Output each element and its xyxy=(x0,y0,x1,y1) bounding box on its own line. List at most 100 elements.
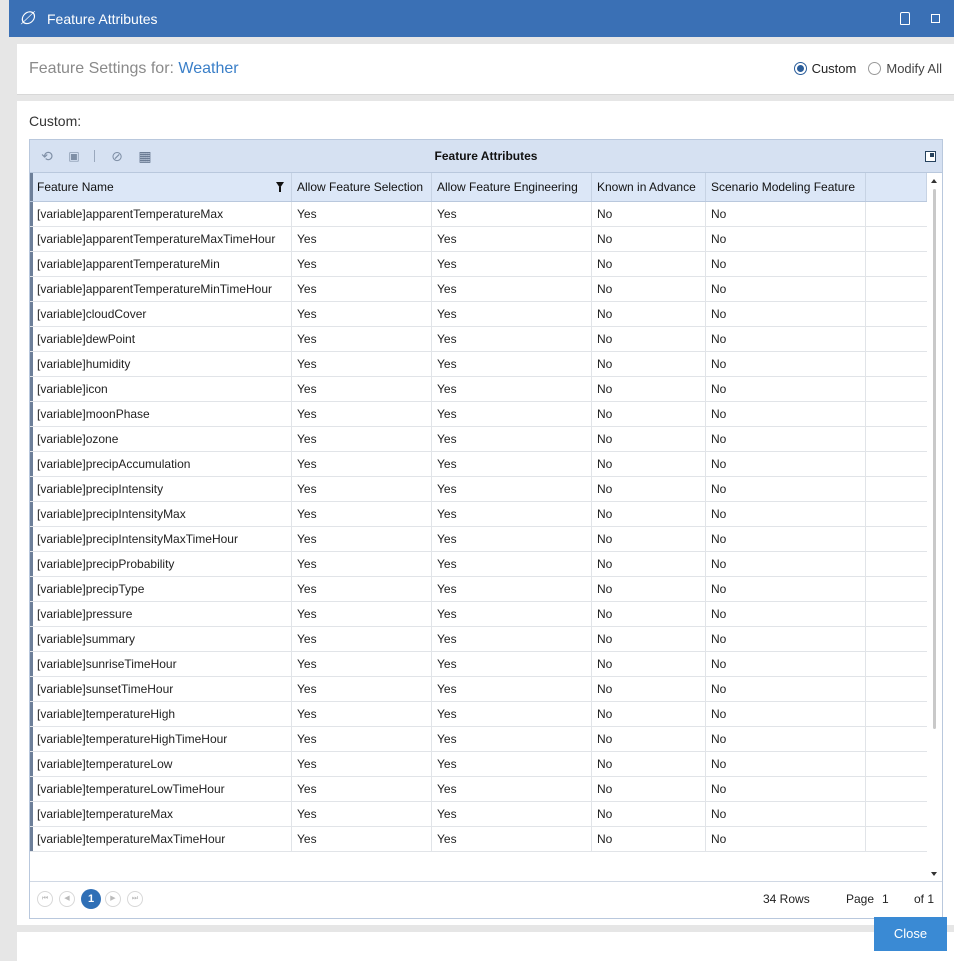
feature-name-cell[interactable]: [variable]ozone xyxy=(30,427,292,451)
allow-feature-selection-cell[interactable]: Yes xyxy=(292,552,432,576)
allow-feature-engineering-cell[interactable]: Yes xyxy=(432,427,592,451)
column-header-allow-feature-selection[interactable]: Allow Feature Selection xyxy=(292,173,432,201)
scenario-modeling-feature-cell[interactable]: No xyxy=(706,302,866,326)
allow-feature-engineering-cell[interactable]: Yes xyxy=(432,277,592,301)
feature-name-cell[interactable]: [variable]apparentTemperatureMax xyxy=(30,202,292,226)
allow-feature-engineering-cell[interactable]: Yes xyxy=(432,202,592,226)
feature-name-cell[interactable]: [variable]humidity xyxy=(30,352,292,376)
table-row[interactable]: [variable]temperatureLowTimeHour Yes Yes No… xyxy=(30,777,927,802)
allow-feature-engineering-cell[interactable]: Yes xyxy=(432,802,592,826)
scenario-modeling-feature-cell[interactable]: No xyxy=(706,702,866,726)
allow-feature-selection-cell[interactable]: Yes xyxy=(292,377,432,401)
scenario-modeling-feature-cell[interactable]: No xyxy=(706,452,866,476)
table-row[interactable]: [variable]moonPhase Yes Yes No No xyxy=(30,402,927,427)
allow-feature-selection-cell[interactable]: Yes xyxy=(292,477,432,501)
scenario-modeling-feature-cell[interactable]: No xyxy=(706,477,866,501)
known-in-advance-cell[interactable]: No xyxy=(592,427,706,451)
allow-feature-selection-cell[interactable]: Yes xyxy=(292,327,432,351)
table-row[interactable]: [variable]temperatureHighTimeHour Yes Yes N… xyxy=(30,727,927,752)
allow-feature-engineering-cell[interactable]: Yes xyxy=(432,752,592,776)
scenario-modeling-feature-cell[interactable]: No xyxy=(706,752,866,776)
allow-feature-engineering-cell[interactable]: Yes xyxy=(432,777,592,801)
allow-feature-selection-cell[interactable]: Yes xyxy=(292,227,432,251)
scenario-modeling-feature-cell[interactable]: No xyxy=(706,202,866,226)
allow-feature-selection-cell[interactable]: Yes xyxy=(292,802,432,826)
feature-name-cell[interactable]: [variable]moonPhase xyxy=(30,402,292,426)
table-row[interactable]: [variable]precipIntensity Yes Yes No No xyxy=(30,477,927,502)
scenario-modeling-feature-cell[interactable]: No xyxy=(706,777,866,801)
next-page-button[interactable]: ▶ xyxy=(105,891,121,907)
known-in-advance-cell[interactable]: No xyxy=(592,727,706,751)
scenario-modeling-feature-cell[interactable]: No xyxy=(706,627,866,651)
table-row[interactable]: [variable]apparentTemperatureMaxTimeHour… xyxy=(30,227,927,252)
scenario-modeling-feature-cell[interactable]: No xyxy=(706,352,866,376)
scrollbar-thumb[interactable] xyxy=(933,189,936,729)
allow-feature-selection-cell[interactable]: Yes xyxy=(292,677,432,701)
known-in-advance-cell[interactable]: No xyxy=(592,702,706,726)
previous-page-button[interactable]: ◀ xyxy=(59,891,75,907)
allow-feature-engineering-cell[interactable]: Yes xyxy=(432,352,592,376)
known-in-advance-cell[interactable]: No xyxy=(592,577,706,601)
allow-feature-selection-cell[interactable]: Yes xyxy=(292,777,432,801)
known-in-advance-cell[interactable]: No xyxy=(592,502,706,526)
scroll-down-icon[interactable] xyxy=(931,872,937,876)
vertical-scrollbar[interactable] xyxy=(928,173,941,880)
known-in-advance-cell[interactable]: No xyxy=(592,552,706,576)
feature-name-cell[interactable]: [variable]sunsetTimeHour xyxy=(30,677,292,701)
known-in-advance-cell[interactable]: No xyxy=(592,377,706,401)
column-header-known-in-advance[interactable]: Known in Advance xyxy=(592,173,706,201)
close-button[interactable]: Close xyxy=(874,917,947,951)
allow-feature-engineering-cell[interactable]: Yes xyxy=(432,552,592,576)
allow-feature-engineering-cell[interactable]: Yes xyxy=(432,627,592,651)
scenario-modeling-feature-cell[interactable]: No xyxy=(706,527,866,551)
table-row[interactable]: [variable]temperatureLow Yes Yes No No xyxy=(30,752,927,777)
column-header-feature-name[interactable]: Feature Name xyxy=(30,173,292,201)
allow-feature-selection-cell[interactable]: Yes xyxy=(292,302,432,326)
scenario-modeling-feature-cell[interactable]: No xyxy=(706,727,866,751)
allow-feature-engineering-cell[interactable]: Yes xyxy=(432,302,592,326)
scenario-modeling-feature-cell[interactable]: No xyxy=(706,427,866,451)
scenario-modeling-feature-cell[interactable]: No xyxy=(706,277,866,301)
feature-name-cell[interactable]: [variable]summary xyxy=(30,627,292,651)
scenario-modeling-feature-cell[interactable]: No xyxy=(706,502,866,526)
feature-name-cell[interactable]: [variable]temperatureLowTimeHour xyxy=(30,777,292,801)
allow-feature-engineering-cell[interactable]: Yes xyxy=(432,577,592,601)
known-in-advance-cell[interactable]: No xyxy=(592,677,706,701)
known-in-advance-cell[interactable]: No xyxy=(592,202,706,226)
table-row[interactable]: [variable]temperatureHigh Yes Yes No No xyxy=(30,702,927,727)
current-page-button[interactable]: 1 xyxy=(81,889,101,909)
scenario-modeling-feature-cell[interactable]: No xyxy=(706,552,866,576)
column-header-scenario-modeling-feature[interactable]: Scenario Modeling Feature xyxy=(706,173,866,201)
allow-feature-engineering-cell[interactable]: Yes xyxy=(432,602,592,626)
allow-feature-selection-cell[interactable]: Yes xyxy=(292,702,432,726)
column-header-allow-feature-engineering[interactable]: Allow Feature Engineering xyxy=(432,173,592,201)
allow-feature-selection-cell[interactable]: Yes xyxy=(292,627,432,651)
allow-feature-selection-cell[interactable]: Yes xyxy=(292,752,432,776)
first-page-button[interactable]: ⏮ xyxy=(37,891,53,907)
feature-name-cell[interactable]: [variable]sunriseTimeHour xyxy=(30,652,292,676)
feature-name-cell[interactable]: [variable]temperatureMax xyxy=(30,802,292,826)
feature-name-cell[interactable]: [variable]precipType xyxy=(30,577,292,601)
allow-feature-engineering-cell[interactable]: Yes xyxy=(432,452,592,476)
known-in-advance-cell[interactable]: No xyxy=(592,627,706,651)
feature-name-cell[interactable]: [variable]precipIntensityMaxTimeHour xyxy=(30,527,292,551)
filter-icon[interactable] xyxy=(276,182,284,192)
scenario-modeling-feature-cell[interactable]: No xyxy=(706,652,866,676)
minimize-button[interactable] xyxy=(894,8,916,30)
allow-feature-engineering-cell[interactable]: Yes xyxy=(432,702,592,726)
scenario-modeling-feature-cell[interactable]: No xyxy=(706,402,866,426)
known-in-advance-cell[interactable]: No xyxy=(592,227,706,251)
known-in-advance-cell[interactable]: No xyxy=(592,327,706,351)
feature-name-cell[interactable]: [variable]apparentTemperatureMaxTimeHour xyxy=(30,227,292,251)
known-in-advance-cell[interactable]: No xyxy=(592,477,706,501)
allow-feature-engineering-cell[interactable]: Yes xyxy=(432,502,592,526)
table-row[interactable]: [variable]summary Yes Yes No No xyxy=(30,627,927,652)
allow-feature-engineering-cell[interactable]: Yes xyxy=(432,827,592,851)
feature-name-cell[interactable]: [variable]apparentTemperatureMin xyxy=(30,252,292,276)
scenario-modeling-feature-cell[interactable]: No xyxy=(706,227,866,251)
feature-name-cell[interactable]: [variable]temperatureMaxTimeHour xyxy=(30,827,292,851)
feature-name-cell[interactable]: [variable]dewPoint xyxy=(30,327,292,351)
scenario-modeling-feature-cell[interactable]: No xyxy=(706,377,866,401)
modify-all-radio[interactable]: Modify All xyxy=(868,61,942,76)
feature-name-cell[interactable]: [variable]icon xyxy=(30,377,292,401)
